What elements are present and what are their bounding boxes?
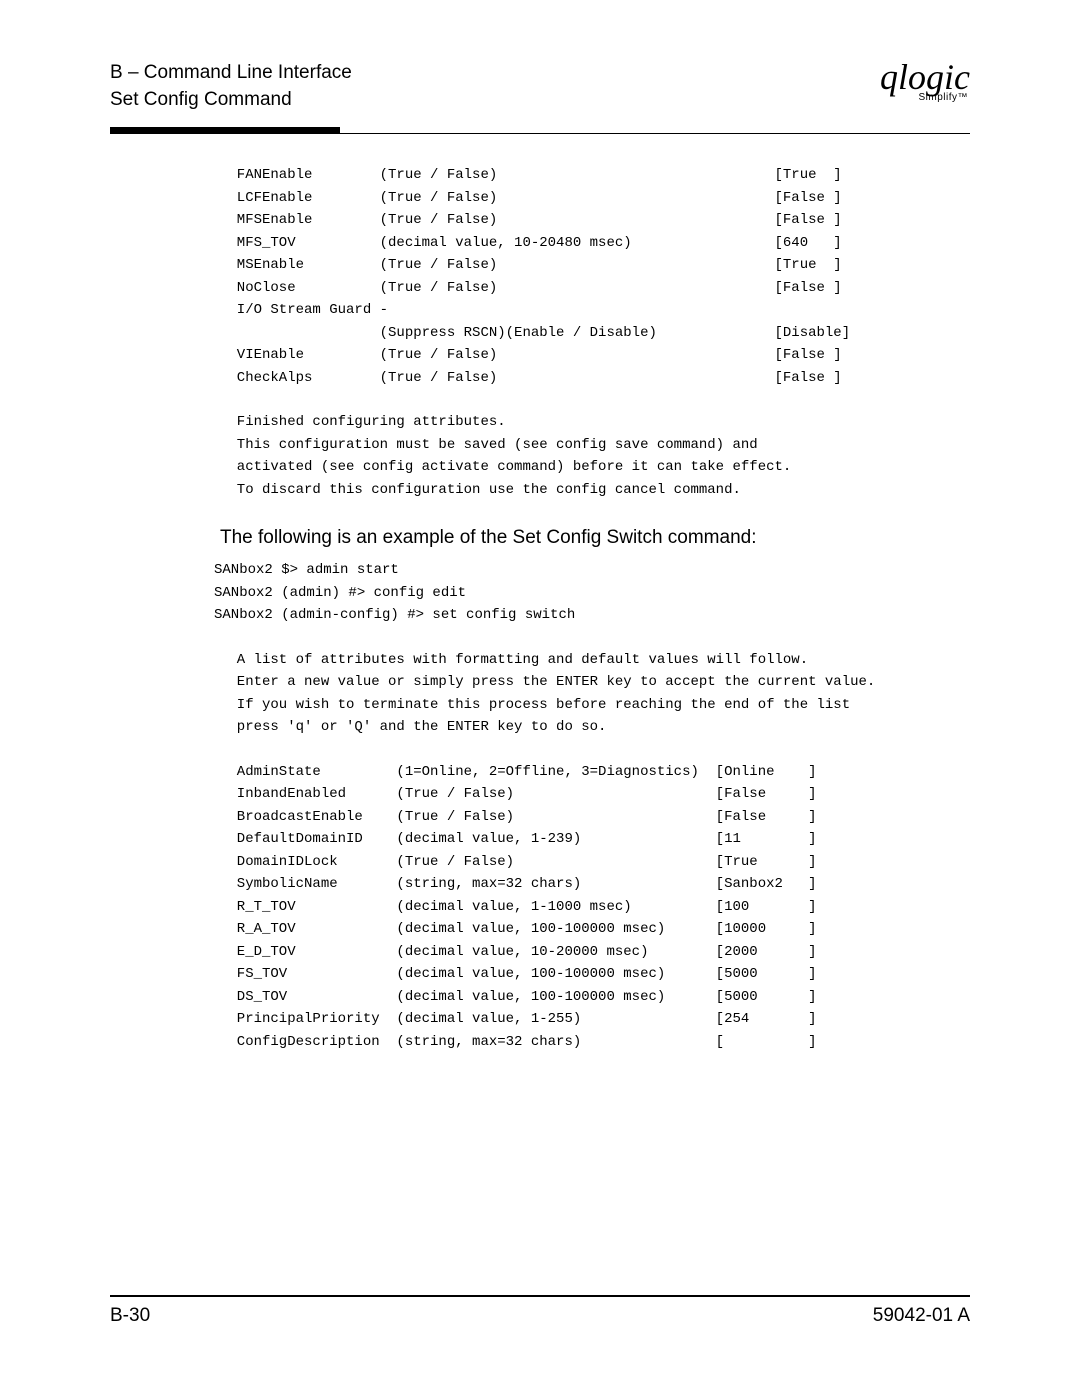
page-header: B – Command Line Interface Set Config Co…	[110, 60, 970, 113]
header-divider	[110, 127, 970, 134]
port-config-output: FANEnable (True / False) [True ] LCFEnab…	[220, 164, 970, 389]
page-body: FANEnable (True / False) [True ] LCFEnab…	[110, 134, 970, 1053]
switch-config-output: AdminState (1=Online, 2=Offline, 3=Diagn…	[220, 761, 970, 1054]
brand-block: qlogic Simplify™	[880, 56, 970, 103]
command-lines: SANbox2 $> admin start SANbox2 (admin) #…	[214, 559, 970, 627]
finish-message: Finished configuring attributes. This co…	[220, 411, 970, 501]
section-title: Set Config Command	[110, 87, 352, 114]
page: B – Command Line Interface Set Config Co…	[0, 0, 1080, 1397]
footer-divider	[110, 1295, 970, 1297]
page-footer: B-30 59042-01 A	[110, 1295, 970, 1327]
page-number: B-30	[110, 1305, 150, 1327]
switch-preface: A list of attributes with formatting and…	[220, 649, 970, 739]
example-intro-switch: The following is an example of the Set C…	[220, 527, 970, 549]
doc-number: 59042-01 A	[873, 1305, 970, 1327]
breadcrumb: B – Command Line Interface	[110, 60, 352, 87]
header-titles: B – Command Line Interface Set Config Co…	[110, 60, 352, 113]
